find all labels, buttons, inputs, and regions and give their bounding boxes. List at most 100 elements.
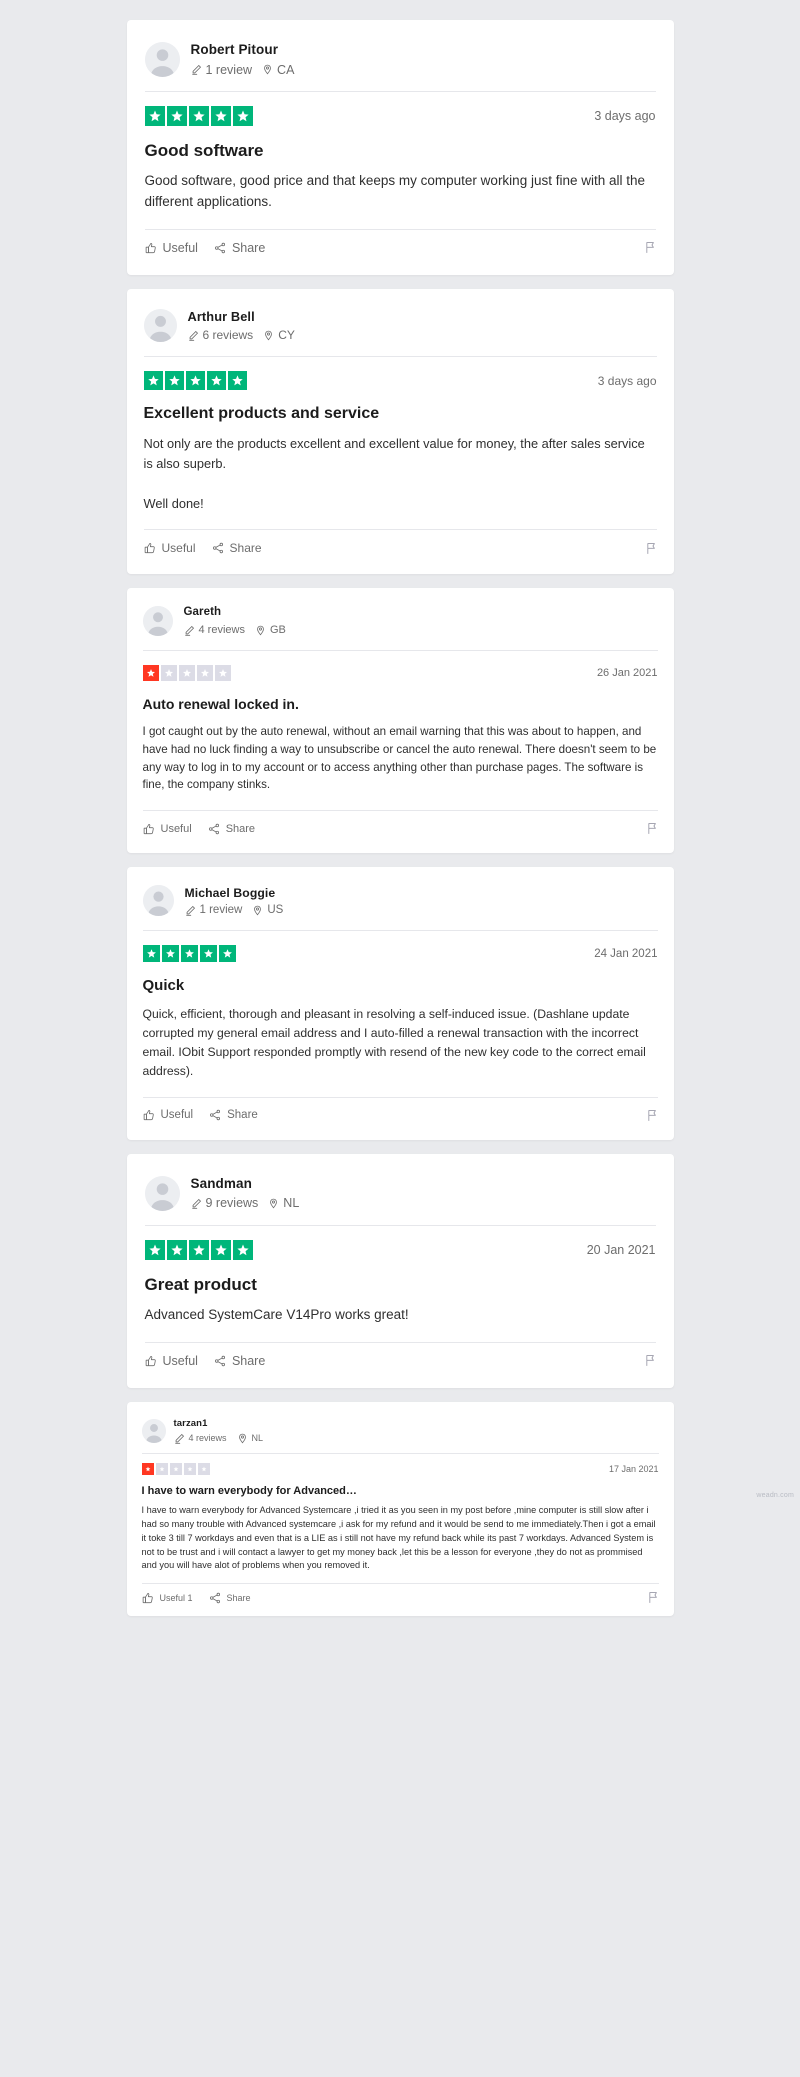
thumbs-up-icon [143, 823, 155, 835]
useful-label: Useful [161, 541, 196, 556]
share-button[interactable]: Share [214, 241, 265, 255]
avatar-placeholder-icon [142, 885, 174, 917]
review-actions: Useful Share [144, 530, 657, 567]
review-count: 1 review [185, 904, 242, 916]
share-icon [214, 1355, 226, 1367]
location-label: US [267, 904, 284, 917]
location-label: CA [277, 62, 295, 77]
share-icon [209, 1109, 221, 1121]
star-icon [196, 665, 213, 682]
review-date: 20 Jan 2021 [586, 1242, 656, 1257]
useful-button[interactable]: Useful 1 [142, 1592, 193, 1604]
location-pin-icon [268, 1198, 279, 1209]
star-icon [160, 665, 177, 682]
useful-button[interactable]: Useful [143, 1109, 193, 1121]
consumer-name[interactable]: Arthur Bell [188, 309, 295, 324]
actions-wrap: Useful Share [142, 1096, 658, 1134]
consumer-info[interactable]: Arthur Bell 6 reviews CY [143, 309, 657, 356]
consumer-info[interactable]: tarzan1 4 reviews NL [141, 1418, 659, 1453]
actions-wrap: Useful Share [144, 228, 656, 267]
consumer-location: GB [255, 624, 286, 636]
review-body: I have to warn everybody for Advanced Sy… [141, 1505, 656, 1571]
star-icon [166, 106, 187, 126]
review-body: I got caught out by the auto renewal, wi… [142, 724, 657, 792]
consumer-info[interactable]: Robert Pitour 1 review CA [144, 42, 656, 91]
star-icon [210, 106, 231, 126]
location-label: NL [283, 1196, 300, 1211]
star-icon [227, 371, 247, 391]
share-button[interactable]: Share [214, 1354, 265, 1368]
review-title[interactable]: Auto renewal locked in. [143, 695, 658, 713]
review-title[interactable]: Excellent products and service [144, 404, 657, 425]
review-actions: Useful Share [143, 811, 658, 847]
review-title[interactable]: I have to warn everybody for Advanced… [142, 1484, 659, 1498]
star-icon [142, 665, 159, 682]
star-icon [232, 106, 253, 126]
star-icon [180, 945, 198, 963]
consumer-info[interactable]: Michael Boggie 1 review US [142, 885, 658, 930]
actions-wrap: Useful Share [143, 529, 657, 567]
rating-row: 17 Jan 2021 [141, 1454, 659, 1475]
consumer-info[interactable]: Gareth 4 reviews GB [142, 606, 658, 650]
review-body: Not only are the products excellent and … [143, 436, 645, 511]
report-flag-icon[interactable] [645, 542, 657, 555]
report-flag-icon[interactable] [644, 1354, 656, 1367]
review-actions: Useful Share [145, 1343, 656, 1380]
reviews-page: Robert Pitour 1 review CA 3 days ago Good so… [0, 0, 800, 2077]
review-actions: Useful 1 Share [142, 1584, 659, 1611]
avatar-placeholder-icon [142, 606, 173, 637]
consumer-info[interactable]: Sandman 9 reviews NL [144, 1175, 656, 1225]
review-card: Gareth 4 reviews GB 26 Jan 2021 Auto renewal… [126, 588, 674, 854]
review-card: Sandman 9 reviews NL 20 Jan 2021 Great produ… [126, 1153, 674, 1388]
star-icon [169, 1462, 182, 1475]
review-title[interactable]: Good software [145, 140, 656, 162]
location-label: CY [278, 328, 295, 343]
pencil-icon [188, 330, 199, 341]
star-icon [183, 1462, 196, 1475]
share-button[interactable]: Share [209, 1592, 251, 1604]
avatar-placeholder-icon [141, 1418, 166, 1443]
share-button[interactable]: Share [212, 541, 262, 555]
share-icon [209, 1592, 221, 1604]
report-flag-icon[interactable] [644, 241, 656, 254]
star-icon [141, 1462, 154, 1475]
useful-button[interactable]: Useful [145, 1354, 198, 1368]
report-flag-icon[interactable] [647, 1591, 659, 1604]
useful-button[interactable]: Useful [144, 541, 196, 555]
share-label: Share [231, 1353, 266, 1368]
review-body: Advanced SystemCare V14Pro works great! [144, 1306, 409, 1322]
share-button[interactable]: Share [208, 823, 255, 835]
star-icon [166, 1239, 187, 1260]
review-body: Quick, efficient, thorough and pleasant … [142, 1006, 646, 1078]
star-rating [144, 106, 253, 126]
review-title[interactable]: Quick [143, 976, 658, 996]
share-label: Share [225, 822, 256, 835]
useful-button[interactable]: Useful [145, 241, 198, 255]
consumer-name[interactable]: Robert Pitour [191, 42, 295, 58]
star-icon [214, 665, 231, 682]
pencil-icon [174, 1433, 185, 1444]
review-actions: Useful Share [145, 230, 656, 267]
useful-button[interactable]: Useful [143, 823, 192, 835]
star-icon [197, 1462, 210, 1475]
review-date: 17 Jan 2021 [608, 1463, 659, 1474]
rating-row: 26 Jan 2021 [142, 651, 658, 682]
consumer-name[interactable]: Michael Boggie [185, 886, 284, 901]
review-count-label: 1 review [205, 62, 253, 77]
consumer-name[interactable]: Sandman [191, 1176, 300, 1192]
report-flag-icon[interactable] [646, 822, 658, 835]
star-rating [142, 945, 236, 963]
share-button[interactable]: Share [209, 1109, 258, 1121]
review-count: 4 reviews [174, 1433, 227, 1444]
consumer-name[interactable]: tarzan1 [174, 1418, 264, 1429]
share-label: Share [229, 541, 262, 556]
useful-label: Useful [162, 1353, 198, 1368]
consumer-location: US [252, 904, 283, 916]
consumer-name[interactable]: Gareth [184, 606, 286, 620]
review-title[interactable]: Great product [145, 1274, 656, 1296]
review-count-label: 6 reviews [202, 328, 254, 343]
review-body: Good software, good price and that keeps… [144, 173, 646, 210]
report-flag-icon[interactable] [646, 1109, 658, 1122]
star-icon [185, 371, 205, 391]
actions-wrap: Useful Share [142, 810, 658, 847]
